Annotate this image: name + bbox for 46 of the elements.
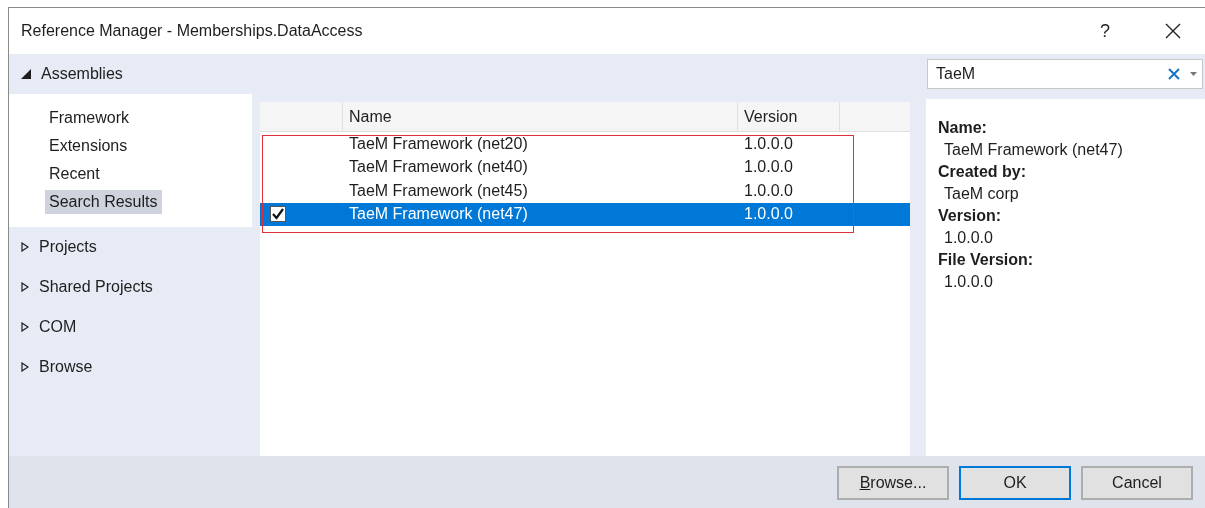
category-item[interactable]: Search Results	[45, 190, 162, 214]
window-title: Reference Manager - Memberships.DataAccess	[21, 22, 364, 40]
expanded-icon	[21, 69, 31, 79]
table-row[interactable]: TaeM Framework (net40) 1.0.0.0	[260, 155, 910, 179]
column-header[interactable]: Version	[738, 102, 840, 131]
dialog-button[interactable]: Browse...	[837, 465, 949, 500]
search-field[interactable]: TaeM	[927, 59, 1203, 89]
detail-value: 1.0.0.0	[943, 272, 994, 292]
dialog-button[interactable]: Cancel	[1081, 465, 1193, 500]
version-cell-text: 1.0.0.0	[743, 134, 794, 153]
name-cell-text: TaeM Framework (net40)	[348, 158, 529, 177]
clear-icon[interactable]	[1168, 68, 1180, 80]
detail-label: Name:	[938, 118, 988, 138]
version-cell-text: 1.0.0.0	[743, 181, 794, 200]
collapsed-icon	[21, 362, 29, 372]
table-row[interactable]: TaeM Framework (net45) 1.0.0.0	[260, 179, 910, 203]
collapsed-icon	[21, 282, 29, 292]
group-header[interactable]: Assemblies	[9, 54, 252, 94]
close-icon	[1165, 23, 1181, 39]
detail-value: 1.0.0.0	[943, 228, 994, 248]
detail-label: File Version:	[938, 250, 1035, 270]
detail-label: Created by:	[938, 162, 1028, 182]
group-header[interactable]: Browse	[9, 347, 252, 387]
column-header[interactable]: Name	[343, 102, 738, 131]
detail-label: Version:	[938, 206, 1003, 226]
collapsed-icon	[21, 242, 29, 252]
dialog-button[interactable]: OK	[959, 465, 1071, 500]
table-row[interactable]: TaeM Framework (net20) 1.0.0.0	[260, 132, 910, 156]
detail-value: TaeM corp	[943, 184, 1020, 204]
name-cell-text: TaeM Framework (net20)	[348, 134, 529, 153]
version-cell-text: 1.0.0.0	[743, 158, 794, 177]
checkbox-icon[interactable]	[270, 206, 286, 223]
group-header[interactable]: Shared Projects	[9, 267, 252, 307]
name-cell-text: TaeM Framework (net47)	[348, 205, 529, 224]
category-item[interactable]: Framework	[45, 106, 133, 130]
group-header[interactable]: Projects	[9, 227, 252, 267]
category-item[interactable]: Extensions	[45, 134, 132, 158]
detail-value: TaeM Framework (net47)	[943, 140, 1124, 160]
help-button[interactable]: ?	[1081, 11, 1129, 51]
group-header[interactable]: COM	[9, 307, 252, 347]
table-row[interactable]: TaeM Framework (net47) 1.0.0.0	[260, 202, 910, 226]
category-item[interactable]: Recent	[45, 162, 104, 186]
version-cell-text: 1.0.0.0	[743, 205, 794, 224]
name-cell-text: TaeM Framework (net45)	[348, 181, 529, 200]
dropdown-icon[interactable]	[1190, 72, 1197, 76]
collapsed-icon	[21, 322, 29, 332]
